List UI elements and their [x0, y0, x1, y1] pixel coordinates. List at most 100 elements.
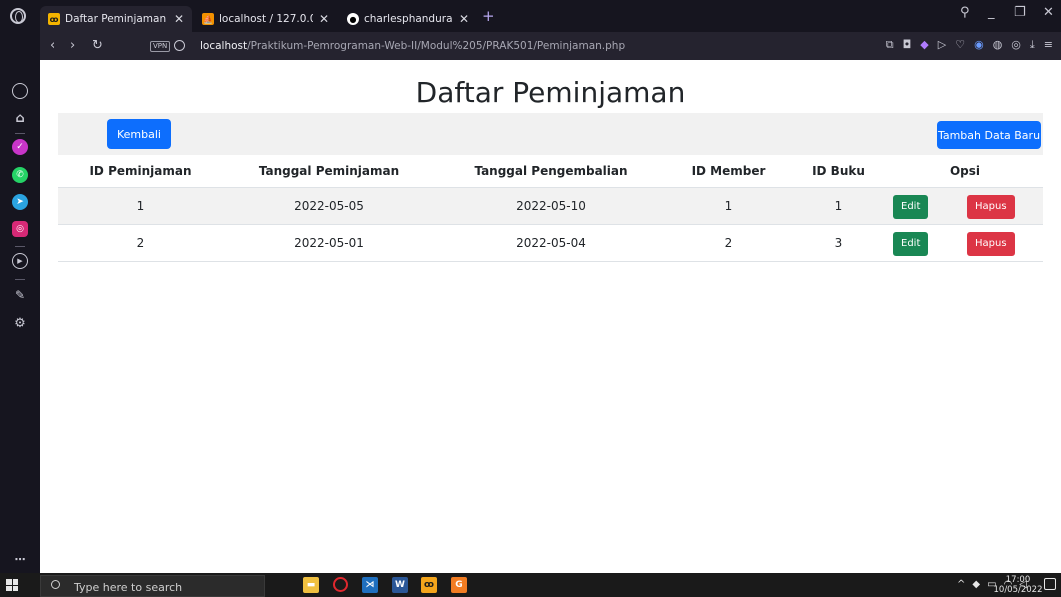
table-row: 1 2022-05-05 2022-05-10 1 1 Edit Hapus — [58, 187, 1043, 225]
search-placeholder: Type here to search — [74, 581, 183, 594]
download-icon[interactable]: ⤓ — [1030, 38, 1035, 52]
cell-tanggal-pengembalian: 2022-05-04 — [435, 224, 667, 262]
reload-icon[interactable]: ↻ — [92, 38, 103, 53]
clock-time: 17:00 — [1005, 575, 1031, 585]
word-icon[interactable]: W — [392, 577, 408, 593]
forward-icon[interactable]: › — [70, 38, 75, 53]
send-icon[interactable]: ▷ — [938, 38, 946, 52]
page-title: Daftar Peminjaman — [415, 76, 686, 109]
sidebar-divider — [15, 246, 25, 247]
cell-id-buku: 1 — [790, 187, 887, 225]
new-tab-button[interactable]: + — [482, 7, 495, 25]
cell-tanggal-peminjaman: 2022-05-01 — [223, 224, 435, 262]
table-row: 2 2022-05-01 2022-05-04 2 3 Edit Hapus — [58, 224, 1043, 262]
url-path: /Praktikum-Pemrograman-Web-II/Modul%205/… — [247, 40, 626, 52]
cell-tanggal-pengembalian: 2022-05-10 — [435, 187, 667, 225]
notifications-icon[interactable] — [1044, 578, 1056, 590]
tab-close-icon[interactable]: ✕ — [319, 12, 329, 26]
hapus-button[interactable]: Hapus — [967, 194, 1015, 219]
speed-dial-icon[interactable] — [12, 83, 28, 99]
phpmyadmin-favicon-icon: ⛵ — [202, 13, 214, 25]
cell-id-peminjaman: 2 — [58, 224, 223, 262]
vscode-icon[interactable]: ⋊ — [362, 577, 378, 593]
sidebar-divider — [15, 279, 25, 280]
header-opsi: Opsi — [887, 155, 1043, 188]
tray-chevron-icon[interactable]: ^ — [957, 579, 965, 590]
tab-close-icon[interactable]: ✕ — [459, 12, 469, 26]
taskbar-search-input[interactable]: Type here to search — [40, 575, 265, 597]
peminjaman-table: ID Peminjaman Tanggal Peminjaman Tanggal… — [58, 155, 1043, 262]
page-toolbar: Kembali Tambah Data Baru — [58, 113, 1043, 155]
github-favicon-icon: ● — [347, 13, 359, 25]
search-icon — [51, 580, 60, 589]
tray-app-icon[interactable]: ◆ — [972, 579, 980, 590]
snapshot-icon[interactable]: ⧉ — [886, 38, 894, 52]
heart-icon[interactable]: ♡ — [955, 38, 965, 52]
browser-tab-bar: ꝏ Daftar Peminjaman ✕ ⛵ localhost / 127.… — [0, 0, 1061, 32]
url-field[interactable]: localhost/Praktikum-Pemrograman-Web-II/M… — [200, 40, 625, 52]
site-info-icon[interactable] — [174, 40, 185, 51]
tab-label: charlesphandurand (Charle — [364, 13, 453, 25]
tab-daftar-peminjaman[interactable]: ꝏ Daftar Peminjaman ✕ — [40, 6, 192, 32]
cell-opsi: Edit Hapus — [887, 224, 1043, 262]
more-icon[interactable]: ⋯ — [12, 551, 28, 567]
extensions-icon[interactable]: ◍ — [993, 38, 1003, 52]
table-header-row: ID Peminjaman Tanggal Peminjaman Tanggal… — [58, 155, 1043, 188]
settings-gear-icon[interactable]: ⚙ — [12, 315, 28, 331]
shopping-icon[interactable]: ⌂ — [12, 110, 28, 126]
edit-button[interactable]: Edit — [893, 194, 929, 219]
window-close-icon[interactable]: ✕ — [1043, 5, 1054, 20]
taskbar-clock[interactable]: 17:00 10/05/2022 — [993, 575, 1043, 595]
cell-opsi: Edit Hapus — [887, 187, 1043, 225]
wallet-icon[interactable]: ◎ — [1011, 38, 1021, 52]
tab-phpmyadmin[interactable]: ⛵ localhost / 127.0.0.1 / prakt ✕ — [194, 6, 337, 32]
kembali-button[interactable]: Kembali — [107, 119, 171, 149]
address-bar-actions: ⧉ ◘ ◆ ▷ ♡ ◉ ◍ ◎ ⤓ ≡ — [886, 38, 1053, 52]
pinboard-icon[interactable]: ✎ — [12, 287, 28, 303]
instagram-icon[interactable]: ◎ — [12, 221, 28, 237]
messenger-icon[interactable]: ✓ — [12, 139, 28, 155]
header-id-member: ID Member — [667, 155, 790, 188]
hapus-button[interactable]: Hapus — [967, 231, 1015, 256]
clock-date: 10/05/2022 — [993, 585, 1043, 595]
opera-logo-icon[interactable] — [10, 8, 26, 24]
back-icon[interactable]: ‹ — [50, 38, 55, 53]
minimize-icon[interactable]: _ — [988, 5, 995, 20]
opera-taskbar-icon[interactable] — [333, 577, 348, 592]
windows-start-icon[interactable] — [6, 579, 18, 591]
url-host: localhost — [200, 40, 248, 52]
header-id-peminjaman: ID Peminjaman — [58, 155, 223, 188]
camera-icon[interactable]: ◘ — [903, 38, 912, 52]
header-tanggal-peminjaman: Tanggal Peminjaman — [223, 155, 435, 188]
search-tabs-icon[interactable]: ⚲ — [960, 5, 970, 20]
cell-tanggal-peminjaman: 2022-05-05 — [223, 187, 435, 225]
git-gui-icon[interactable]: G — [451, 577, 467, 593]
sidebar-divider — [15, 133, 25, 134]
shield-icon[interactable]: ◆ — [920, 38, 928, 52]
opera-sidebar: ⌂ ✓ ✆ ➤ ◎ ▶ ✎ ⚙ ⋯ — [0, 32, 40, 573]
player-icon[interactable]: ◉ — [974, 38, 984, 52]
tab-close-icon[interactable]: ✕ — [174, 12, 184, 26]
windows-taskbar: Type here to search ▬ ⋊ W ꝏ G ^ ◆ ▭ ◠ ◁ … — [0, 573, 1061, 597]
header-tanggal-pengembalian: Tanggal Pengembalian — [435, 155, 667, 188]
xampp-favicon-icon: ꝏ — [48, 13, 60, 25]
whatsapp-icon[interactable]: ✆ — [12, 167, 28, 183]
tab-label: Daftar Peminjaman — [65, 13, 167, 25]
file-explorer-icon[interactable]: ▬ — [303, 577, 319, 593]
cell-id-member: 2 — [667, 224, 790, 262]
web-page: Daftar Peminjaman Kembali Tambah Data Ba… — [40, 60, 1061, 573]
tab-label: localhost / 127.0.0.1 / prakt — [219, 13, 313, 25]
header-id-buku: ID Buku — [790, 155, 887, 188]
cell-id-member: 1 — [667, 187, 790, 225]
xampp-icon[interactable]: ꝏ — [421, 577, 437, 593]
telegram-icon[interactable]: ➤ — [12, 194, 28, 210]
tambah-data-baru-button[interactable]: Tambah Data Baru — [937, 121, 1041, 149]
player-sidebar-icon[interactable]: ▶ — [12, 253, 28, 269]
cell-id-buku: 3 — [790, 224, 887, 262]
edit-button[interactable]: Edit — [893, 231, 929, 256]
easy-setup-icon[interactable]: ≡ — [1044, 38, 1053, 52]
address-bar: ‹ › ↻ VPN localhost/Praktikum-Pemrograma… — [40, 32, 1061, 60]
vpn-badge[interactable]: VPN — [150, 41, 171, 52]
restore-icon[interactable]: ❐ — [1014, 5, 1026, 20]
tab-github[interactable]: ● charlesphandurand (Charle ✕ — [339, 6, 477, 32]
